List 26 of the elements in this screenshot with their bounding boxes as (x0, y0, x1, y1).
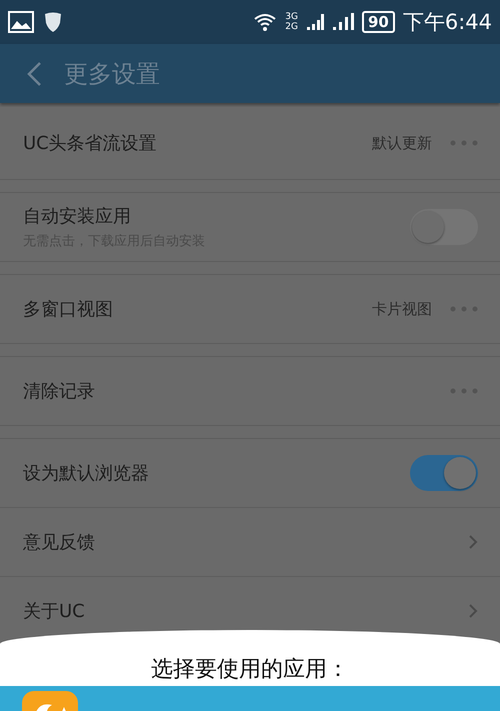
app-option[interactable] (0, 686, 500, 711)
setting-label[interactable]: UC头条省流设置 (23, 131, 372, 155)
battery-indicator: 90 (362, 11, 395, 33)
page-title: 更多设置 (64, 58, 160, 90)
setting-label[interactable]: 自动安装应用 (23, 204, 410, 228)
chooser-title: 选择要使用的应用： (150, 656, 350, 684)
network-label: 2G (285, 22, 298, 32)
chevron-right-icon[interactable] (468, 534, 478, 550)
toggle-switch[interactable] (410, 209, 478, 245)
setting-value: 卡片视图 (372, 300, 432, 318)
signal-icon (306, 12, 324, 32)
setting-label[interactable]: 多窗口视图 (23, 297, 372, 321)
toggle-switch[interactable] (410, 455, 478, 491)
shield-icon (42, 11, 64, 33)
setting-label[interactable]: 设为默认浏览器 (23, 461, 410, 485)
setting-value: 默认更新 (372, 134, 432, 152)
wifi-icon (253, 12, 278, 32)
network-label: 3G (285, 12, 298, 22)
setting-label[interactable]: 清除记录 (23, 379, 450, 403)
chevron-right-icon[interactable] (468, 603, 478, 619)
clock-time: 下午6:44 (402, 9, 492, 36)
signal-icon (332, 12, 354, 32)
image-icon (8, 11, 34, 33)
setting-label[interactable]: 意见反馈 (23, 530, 468, 554)
setting-label[interactable]: 关于UC (23, 599, 468, 623)
back-icon[interactable] (26, 60, 42, 86)
